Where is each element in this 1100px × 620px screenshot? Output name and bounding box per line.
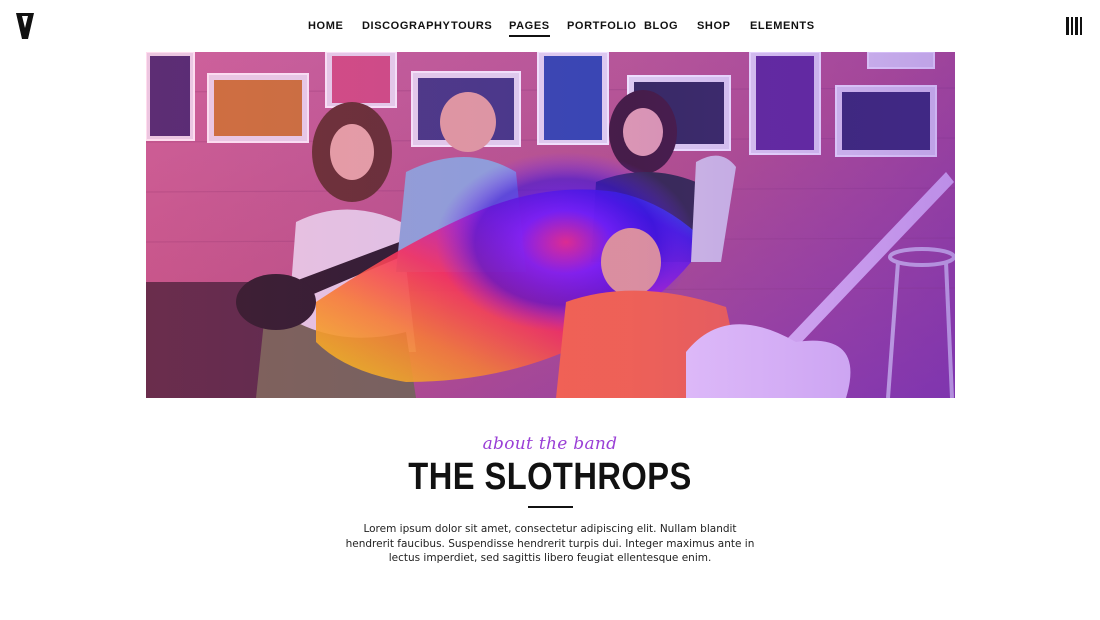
about-paragraph: Lorem ipsum dolor sit amet, consectetur … — [345, 523, 755, 564]
hamburger-bars-icon[interactable] — [1066, 17, 1082, 35]
nav-item-portfolio[interactable]: PORTFOLIO — [567, 18, 637, 34]
nav-item-blog[interactable]: BLOG — [644, 18, 678, 34]
main-nav: HOME DISCOGRAPHY TOURS PAGES PORTFOLIO B… — [0, 18, 1100, 38]
nav-item-shop[interactable]: SHOP — [697, 18, 731, 34]
section-title: THE SLOTHROPS — [408, 456, 692, 498]
nav-item-tours[interactable]: TOURS — [451, 18, 492, 34]
nav-item-discography[interactable]: DISCOGRAPHY — [362, 18, 451, 34]
nav-item-home[interactable]: HOME — [308, 18, 343, 34]
nav-item-pages[interactable]: PAGES — [509, 18, 550, 37]
nav-item-elements[interactable]: ELEMENTS — [750, 18, 815, 34]
hero-band-photo — [146, 52, 955, 398]
title-divider — [528, 506, 573, 508]
section-subtitle: about the band — [482, 434, 618, 454]
